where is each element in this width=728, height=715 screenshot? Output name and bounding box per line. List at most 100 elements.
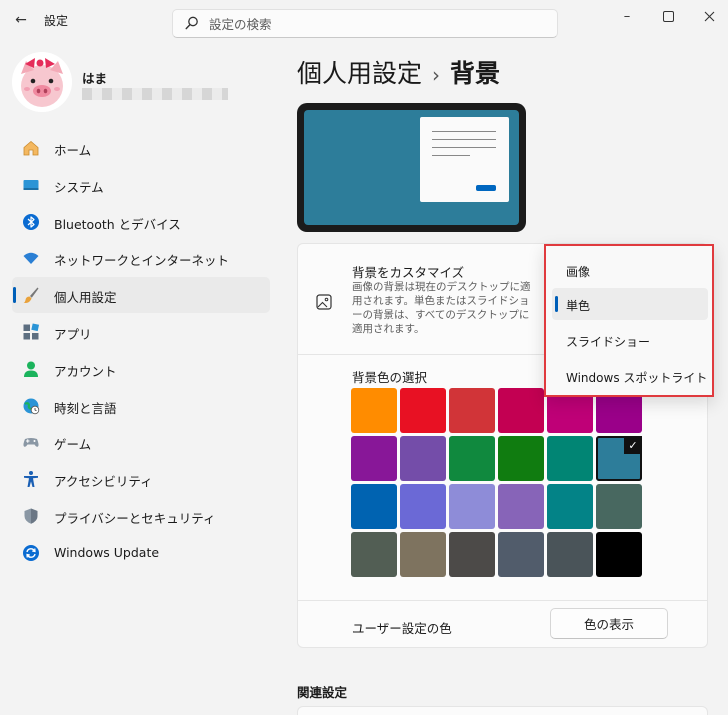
dropdown-item-picture[interactable]: 画像 bbox=[552, 254, 708, 286]
page-title: 個人用設定 › 背景 bbox=[297, 54, 500, 90]
sidebar-item-network[interactable]: ネットワークとインターネット bbox=[12, 240, 270, 276]
dropdown-item-spotlight[interactable]: Windows スポットライト bbox=[552, 360, 708, 392]
dropdown-item-slideshow[interactable]: スライドショー bbox=[552, 324, 708, 356]
sidebar-item-bluetooth[interactable]: Bluetooth とデバイス bbox=[12, 204, 270, 240]
sidebar-item-label: プライバシーとセキュリティ bbox=[54, 510, 216, 526]
preview-line bbox=[432, 131, 496, 132]
related-settings-card[interactable] bbox=[297, 706, 708, 715]
dropdown-item-solid-color[interactable]: 単色 bbox=[552, 288, 708, 320]
related-settings-title: 関連設定 bbox=[297, 685, 348, 700]
breadcrumb-current: 背景 bbox=[450, 59, 501, 88]
sidebar-item-label: システム bbox=[54, 179, 104, 195]
preview-window bbox=[420, 117, 509, 202]
user-email-redacted bbox=[82, 88, 228, 100]
customize-description: 画像の背景は現在のデスクトップに適用されます。単色またはスライドショーの背景は、… bbox=[352, 281, 531, 335]
sidebar-item-label: Bluetooth とデバイス bbox=[54, 216, 181, 232]
sidebar-item-label: アクセシビリティ bbox=[54, 474, 153, 490]
close-button[interactable] bbox=[689, 0, 728, 32]
maximize-icon bbox=[662, 10, 674, 22]
minimize-icon: – bbox=[623, 8, 631, 24]
search-box[interactable] bbox=[172, 9, 558, 38]
sidebar-item-label: アプリ bbox=[54, 326, 92, 342]
sidebar-item-windows-update[interactable]: Windows Update bbox=[12, 535, 270, 571]
sidebar-item-accessibility[interactable]: アクセシビリティ bbox=[12, 461, 270, 497]
avatar[interactable] bbox=[12, 52, 72, 112]
background-type-dropdown: 画像 単色 スライドショー Windows スポットライト bbox=[544, 244, 714, 397]
breadcrumb-separator: › bbox=[432, 63, 441, 87]
sidebar-item-label: 個人用設定 bbox=[54, 290, 117, 306]
sidebar-item-gaming[interactable]: ゲーム bbox=[12, 424, 270, 460]
color-swatch[interactable] bbox=[351, 436, 397, 481]
color-swatch[interactable] bbox=[449, 532, 495, 577]
back-arrow-icon: ← bbox=[15, 12, 27, 28]
home-icon bbox=[22, 139, 40, 157]
color-swatch[interactable] bbox=[400, 484, 446, 529]
dropdown-item-label: 画像 bbox=[566, 265, 591, 279]
color-swatch[interactable] bbox=[498, 532, 544, 577]
dropdown-item-label: 単色 bbox=[566, 299, 591, 313]
color-swatch[interactable] bbox=[400, 388, 446, 433]
image-icon bbox=[316, 294, 332, 310]
color-swatch[interactable] bbox=[596, 532, 642, 577]
sidebar-item-personalization[interactable]: 個人用設定 bbox=[12, 277, 270, 314]
back-button[interactable]: ← bbox=[10, 9, 32, 31]
sidebar-item-apps[interactable]: アプリ bbox=[12, 314, 270, 350]
sidebar-nav: ホーム システム Bluetooth とデバイス ネットワークとインターネット … bbox=[12, 130, 270, 572]
sidebar-item-label: ゲーム bbox=[54, 437, 92, 453]
color-swatch[interactable] bbox=[351, 388, 397, 433]
color-swatch[interactable] bbox=[449, 388, 495, 433]
sidebar-item-label: ネットワークとインターネット bbox=[54, 253, 230, 269]
dropdown-item-label: スライドショー bbox=[566, 335, 651, 349]
custom-color-row: ユーザー設定の色 色の表示 bbox=[298, 601, 707, 647]
system-icon bbox=[22, 176, 40, 194]
search-icon bbox=[185, 16, 198, 30]
checkmark-icon: ✓ bbox=[624, 436, 642, 454]
account-icon bbox=[22, 360, 40, 378]
color-swatch[interactable] bbox=[498, 484, 544, 529]
sidebar-item-home[interactable]: ホーム bbox=[12, 130, 270, 166]
accessibility-icon bbox=[22, 470, 40, 488]
color-swatch[interactable] bbox=[547, 436, 593, 481]
sidebar-item-privacy-security[interactable]: プライバシーとセキュリティ bbox=[12, 498, 270, 534]
breadcrumb-parent[interactable]: 個人用設定 bbox=[297, 59, 422, 88]
dropdown-item-label: Windows スポットライト bbox=[566, 371, 708, 385]
sidebar-item-label: アカウント bbox=[54, 363, 117, 379]
sidebar-item-accounts[interactable]: アカウント bbox=[12, 351, 270, 387]
color-swatch[interactable] bbox=[449, 484, 495, 529]
color-swatch[interactable] bbox=[547, 484, 593, 529]
color-swatch[interactable] bbox=[596, 484, 642, 529]
shield-icon bbox=[22, 507, 40, 525]
sidebar-item-system[interactable]: システム bbox=[12, 167, 270, 203]
sidebar-item-time-language[interactable]: 時刻と言語 bbox=[12, 388, 270, 424]
color-swatch[interactable] bbox=[400, 436, 446, 481]
color-swatch-grid: ✓ bbox=[351, 388, 642, 577]
desktop-preview bbox=[297, 103, 526, 232]
search-input[interactable] bbox=[209, 14, 539, 34]
color-swatch[interactable] bbox=[400, 532, 446, 577]
preview-line bbox=[432, 155, 470, 156]
color-swatch[interactable] bbox=[351, 532, 397, 577]
colors-title: 背景色の選択 bbox=[352, 370, 428, 385]
preview-line bbox=[432, 147, 496, 148]
user-profile[interactable]: はま bbox=[12, 52, 272, 112]
color-swatch[interactable]: ✓ bbox=[596, 436, 642, 481]
maximize-button[interactable] bbox=[648, 0, 688, 32]
color-swatch[interactable] bbox=[498, 436, 544, 481]
color-swatch[interactable] bbox=[547, 532, 593, 577]
color-swatch[interactable] bbox=[449, 436, 495, 481]
wifi-icon bbox=[22, 249, 40, 267]
bluetooth-icon bbox=[22, 213, 40, 231]
sidebar-item-label: Windows Update bbox=[54, 544, 160, 560]
view-colors-button[interactable]: 色の表示 bbox=[550, 608, 668, 639]
active-indicator bbox=[13, 287, 16, 304]
preview-line bbox=[432, 139, 496, 140]
color-swatch[interactable] bbox=[351, 484, 397, 529]
brush-icon bbox=[22, 286, 40, 304]
app-title: 設定 bbox=[44, 14, 69, 28]
custom-color-label: ユーザー設定の色 bbox=[352, 621, 452, 636]
title-bar: ← 設定 – bbox=[0, 0, 728, 40]
minimize-button[interactable]: – bbox=[607, 0, 647, 32]
color-swatch[interactable] bbox=[498, 388, 544, 433]
sidebar-item-label: ホーム bbox=[54, 143, 92, 158]
sidebar-item-label: 時刻と言語 bbox=[54, 400, 117, 416]
